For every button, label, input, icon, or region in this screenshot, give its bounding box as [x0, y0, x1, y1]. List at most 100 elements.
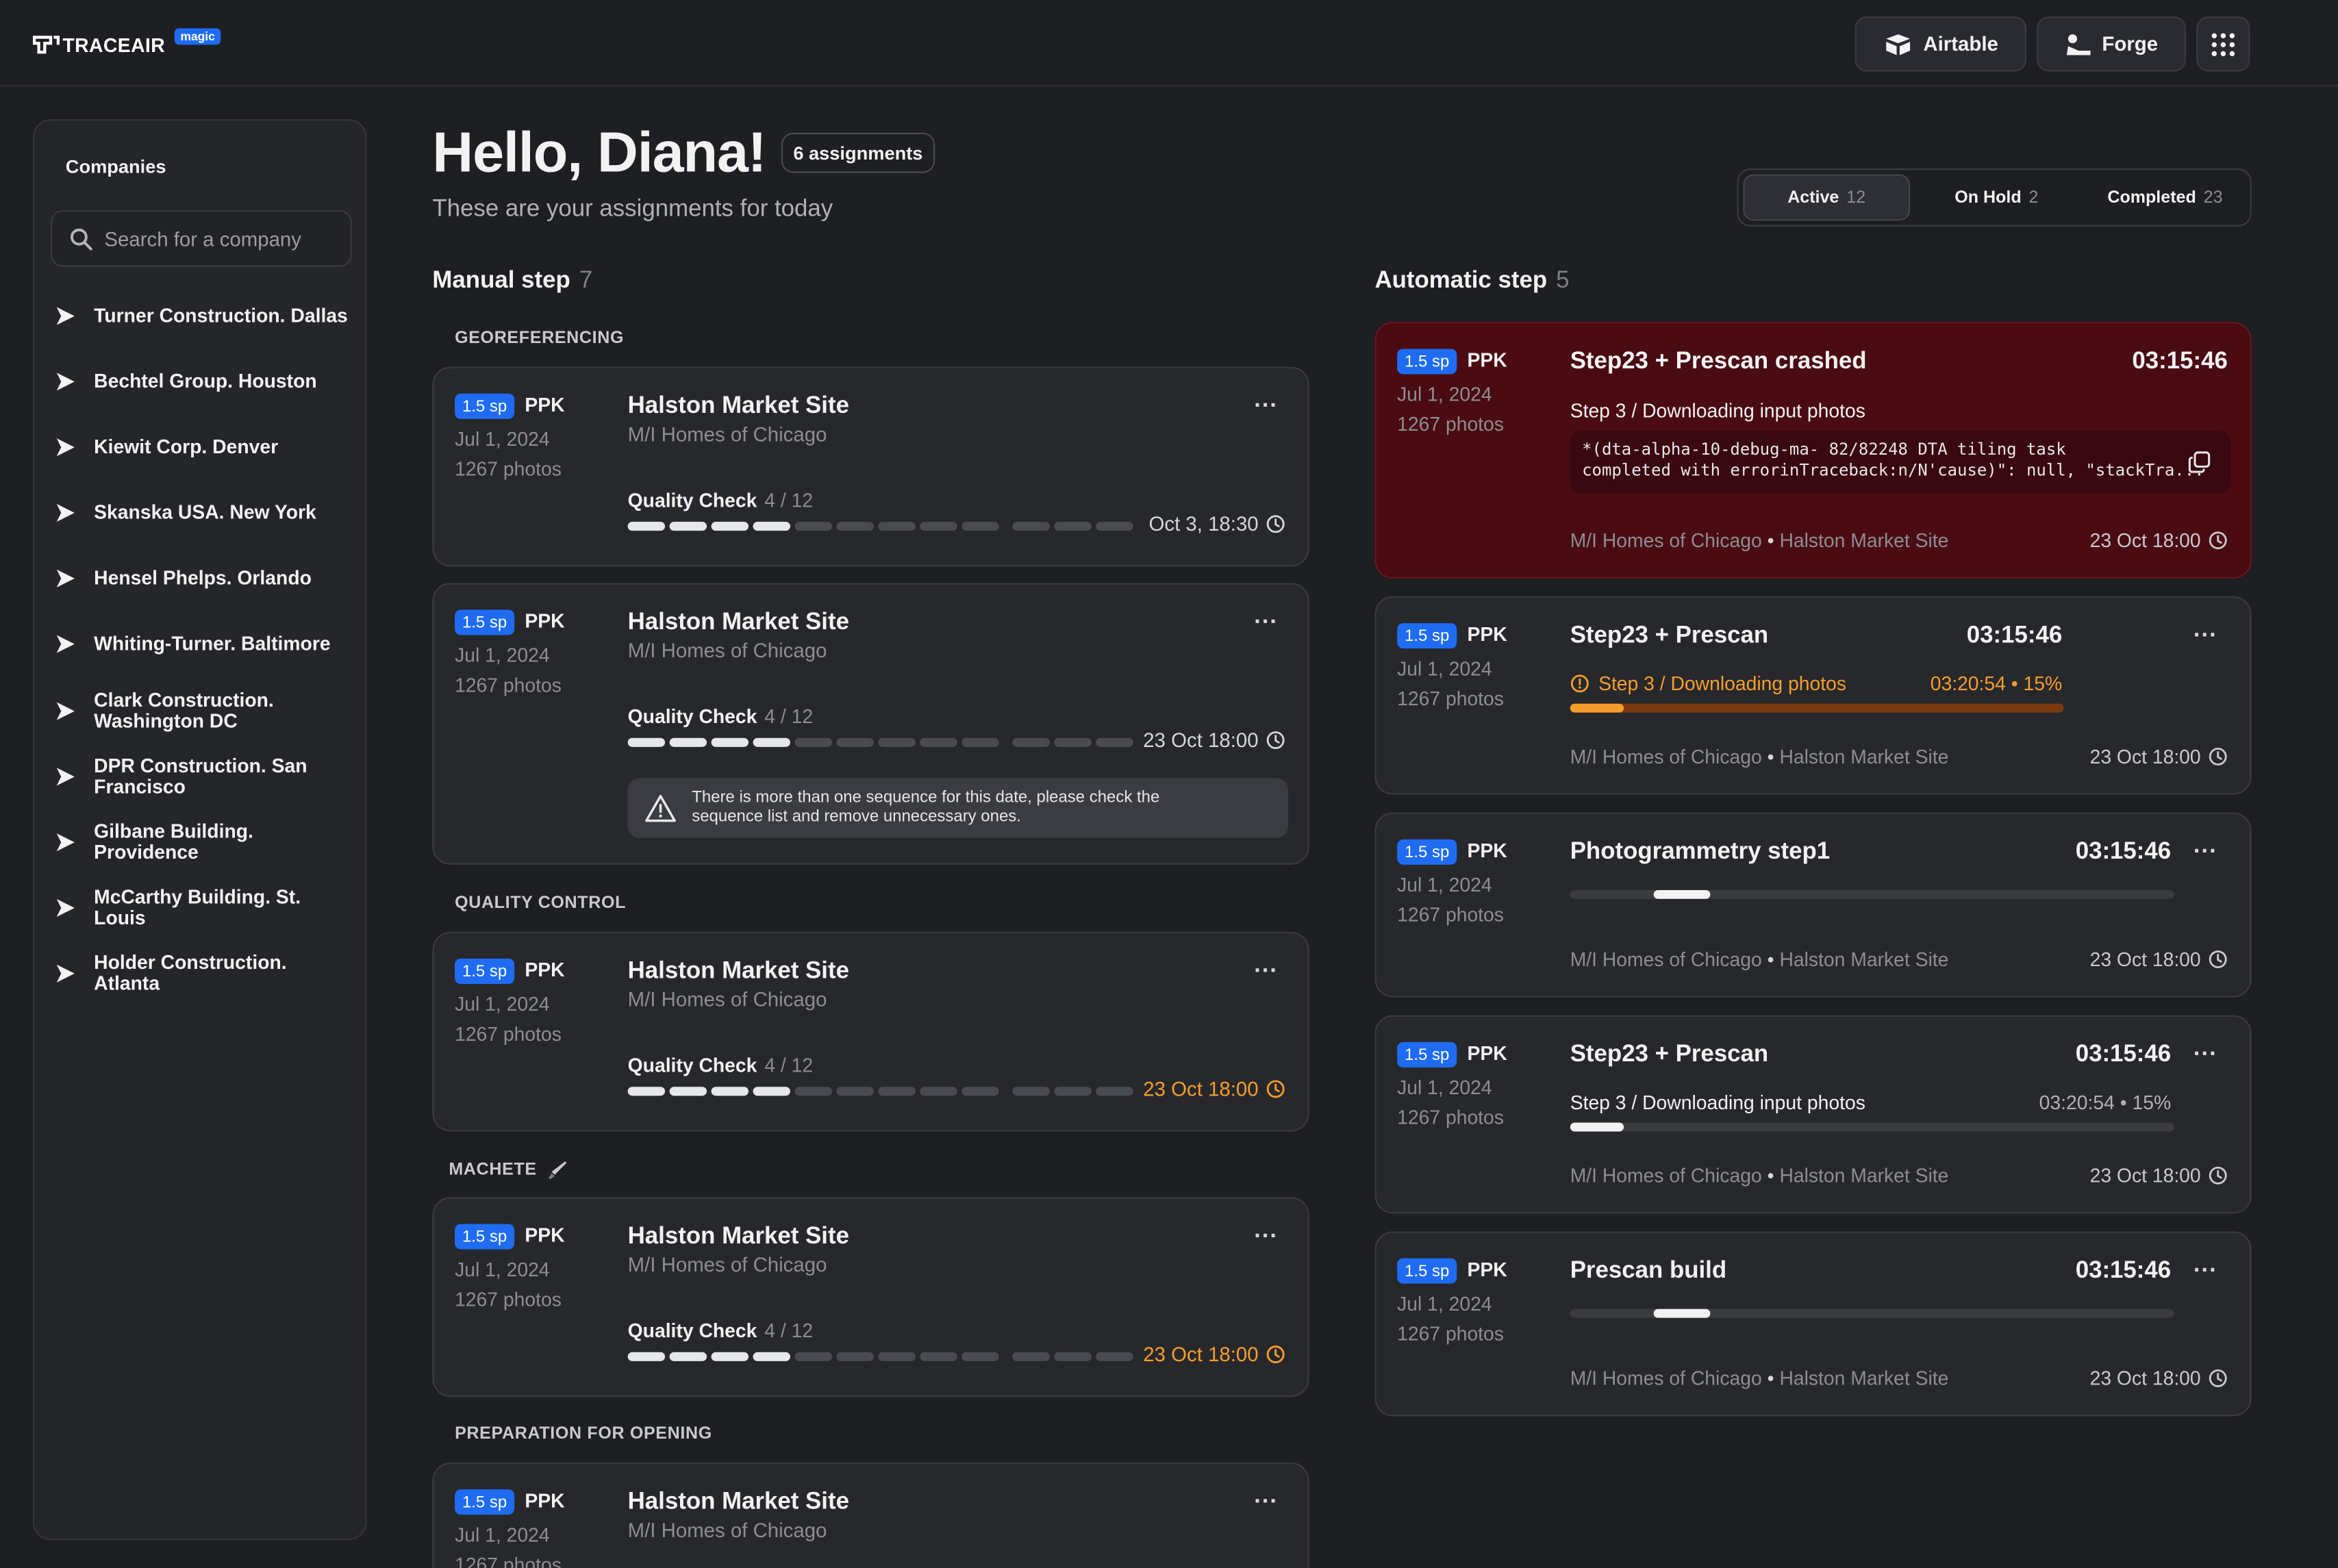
more-options-button[interactable]: ···	[2194, 840, 2217, 864]
more-options-button[interactable]: ···	[1254, 959, 1278, 983]
sidebar-item-company[interactable]: McCarthy Building. St. Louis	[55, 885, 361, 929]
automatic-job-card[interactable]: 1.5 sp PPK Jul 1, 2024 1267 photos Prescan b…	[1374, 1231, 2252, 1417]
job-timer: 03:15:46	[2075, 1041, 2172, 1067]
clock-icon	[2209, 950, 2227, 969]
play-arrow-icon	[56, 768, 75, 786]
sidebar-item-company[interactable]: Gilbane Building. Providence	[55, 820, 361, 863]
forge-label: Forge	[2102, 32, 2159, 55]
flight-date: Jul 1, 2024	[1397, 657, 1492, 680]
play-arrow-icon	[56, 702, 75, 720]
traceair-logo[interactable]: TRACEAIR	[32, 30, 166, 60]
job-timer: 03:15:46	[2075, 839, 2172, 865]
automatic-job-card[interactable]: 1.5 sp PPK Jul 1, 2024 1267 photos Step23 + …	[1374, 1015, 2252, 1214]
forge-button[interactable]: Forge	[2037, 16, 2186, 72]
photo-count: 1267 photos	[455, 1022, 562, 1046]
automatic-job-card[interactable]: 1.5 sp PPK Jul 1, 2024 1267 photos Step23 + …	[1374, 596, 2252, 795]
sidebar-item-label: Gilbane Building. Providence	[94, 820, 253, 863]
sidebar-item-company[interactable]: Holder Construction. Atlanta	[55, 952, 361, 994]
manual-assignment-card[interactable]: 1.5 sp PPK Jul 1, 2024 1267 photos Halston M…	[432, 931, 1309, 1132]
job-location: M/I Homes of Chicago • Halston Market Si…	[1570, 745, 1949, 768]
airtable-button[interactable]: Airtable	[1855, 16, 2026, 72]
sidebar-item-company[interactable]: Whiting-Turner. Baltimore	[55, 633, 361, 654]
due-date: 23 Oct 18:00	[1143, 729, 1285, 751]
more-options-button[interactable]: ···	[2194, 1043, 2217, 1067]
due-date: Oct 3, 18:30	[1149, 513, 1285, 535]
manual-step-heading: Manual step 7	[432, 268, 593, 294]
job-step: Step 3 / Downloading input photos	[1570, 1091, 1865, 1114]
sidebar-item-company[interactable]: Clark Construction. Washington DC	[55, 690, 361, 732]
grid-icon	[2211, 32, 2235, 55]
clock-icon	[1266, 731, 1285, 749]
site-title: Halston Market Site	[627, 609, 849, 635]
clock-icon	[1266, 1345, 1285, 1364]
flight-date: Jul 1, 2024	[1397, 1292, 1492, 1315]
copy-log-button[interactable]	[2178, 441, 2220, 483]
more-options-button[interactable]: ···	[2194, 624, 2217, 648]
company-name: M/I Homes of Chicago	[627, 1519, 827, 1542]
manual-assignment-card[interactable]: 1.5 sp PPK Jul 1, 2024 1267 photos Halston M…	[432, 583, 1309, 865]
story-points-badge: 1.5 sp	[455, 1489, 515, 1515]
manual-assignment-card[interactable]: 1.5 sp PPK Jul 1, 2024 1267 photos Halston M…	[432, 366, 1309, 567]
sidebar-item-company[interactable]: Hensel Phelps. Orlando	[55, 567, 361, 589]
automatic-job-card[interactable]: 1.5 sp PPK Jul 1, 2024 1267 photos Photogram…	[1374, 812, 2252, 998]
more-options-button[interactable]: ···	[1254, 611, 1278, 635]
group-preparation: PREPARATION FOR OPENING	[455, 1425, 712, 1443]
task-label: Quality Check 4 / 12	[627, 489, 814, 511]
page-title: Hello, Diana!	[432, 122, 766, 185]
flight-date: Jul 1, 2024	[1397, 1076, 1492, 1099]
tab-on-hold[interactable]: On Hold 2	[1915, 175, 2079, 220]
crashed-job-card[interactable]: 1.5 sp PPK Jul 1, 2024 1267 photos Step23 + …	[1374, 322, 2252, 579]
processing-type: PPK	[525, 1489, 565, 1512]
sidebar-item-label: Turner Construction. Dallas	[94, 304, 348, 327]
more-options-button[interactable]: ···	[1254, 394, 1278, 418]
more-options-button[interactable]: ···	[1254, 1490, 1278, 1514]
due-date: 23 Oct 18:00	[2090, 529, 2228, 552]
story-points-badge: 1.5 sp	[1397, 623, 1457, 649]
company-search-input[interactable]	[104, 227, 343, 250]
more-options-button[interactable]: ···	[2194, 1259, 2217, 1283]
sidebar-item-label: McCarthy Building. St. Louis	[94, 885, 301, 929]
processing-type: PPK	[525, 393, 565, 416]
clock-icon	[2209, 1166, 2227, 1185]
processing-type: PPK	[1467, 1041, 1507, 1065]
manual-assignment-card[interactable]: 1.5 sp PPK Jul 1, 2024 1267 photos Halston M…	[432, 1197, 1309, 1398]
play-arrow-icon	[56, 898, 75, 918]
play-arrow-icon	[56, 569, 75, 587]
apps-menu-button[interactable]	[2196, 16, 2250, 72]
flight-date: Jul 1, 2024	[455, 1523, 550, 1546]
duplicate-sequence-warning: There is more than one sequence for this…	[627, 778, 1289, 838]
tab-active[interactable]: Active 12	[1743, 174, 1911, 221]
flight-date: Jul 1, 2024	[455, 427, 550, 451]
manual-assignment-card[interactable]: 1.5 sp PPK Jul 1, 2024 1267 photos Halston M…	[432, 1462, 1309, 1568]
more-options-button[interactable]: ···	[1254, 1225, 1278, 1249]
processing-type: PPK	[525, 959, 565, 981]
error-log: *(dta-alpha-10-debug-ma- 82/82248 DTA ti…	[1570, 431, 2231, 494]
job-title: Prescan build	[1570, 1258, 1727, 1284]
sidebar-item-company[interactable]: Skanska USA. New York	[55, 502, 361, 523]
sidebar-item-company[interactable]: DPR Construction. San Francisco	[55, 755, 361, 798]
processing-type: PPK	[1467, 839, 1507, 862]
job-location: M/I Homes of Chicago • Halston Market Si…	[1570, 529, 1949, 552]
company-search[interactable]	[51, 210, 352, 267]
photo-count: 1267 photos	[1397, 903, 1504, 926]
site-title: Halston Market Site	[627, 959, 849, 985]
sidebar-item-company[interactable]: Kiewit Corp. Denver	[55, 436, 361, 457]
due-date: 23 Oct 18:00	[2090, 948, 2228, 970]
job-progress-indeterminate	[1570, 1308, 2174, 1318]
clock-icon	[2209, 531, 2227, 550]
brand-name: TRACEAIR	[62, 33, 166, 56]
due-date: 23 Oct 18:00	[2090, 746, 2228, 768]
processing-type: PPK	[1467, 1258, 1507, 1281]
play-arrow-icon	[56, 833, 75, 852]
processing-type: PPK	[525, 609, 565, 633]
flight-date: Jul 1, 2024	[455, 644, 550, 667]
photo-count: 1267 photos	[1397, 687, 1504, 710]
job-title: Step23 + Prescan crashed	[1570, 349, 1867, 375]
sidebar-item-company[interactable]: Turner Construction. Dallas	[55, 305, 361, 326]
sidebar-item-company[interactable]: Bechtel Group. Houston	[55, 370, 361, 392]
task-progress-bar	[627, 737, 1133, 747]
tab-completed[interactable]: Completed 23	[2083, 175, 2248, 220]
group-quality-control: QUALITY CONTROL	[455, 894, 627, 913]
play-arrow-icon	[56, 307, 75, 325]
job-location: M/I Homes of Chicago • Halston Market Si…	[1570, 1164, 1949, 1187]
